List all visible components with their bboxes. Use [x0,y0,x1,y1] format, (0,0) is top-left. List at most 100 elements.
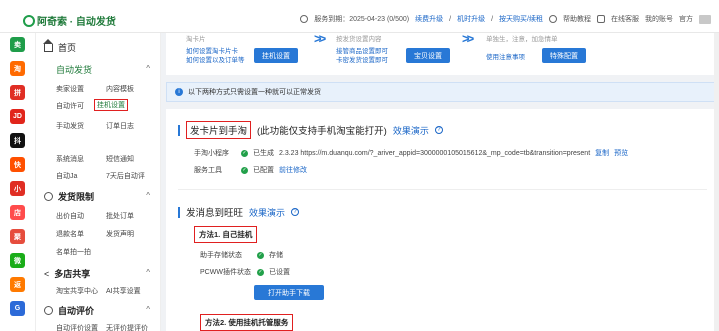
row-label: 助手存储状态 [200,252,242,259]
mini-program-row: 手淘小程序 ✓ 已生成 2.3.23 https://m.duanqu.com/… [194,148,628,158]
renew-link[interactable]: 续费升级 [415,14,443,24]
step1-help-link[interactable]: 如何设置淘卡片卡 [186,47,238,56]
sidebar-item-system-message[interactable]: 系统消息 [56,154,84,164]
sidebar-item-review-settings[interactable]: 自动评价设置 [56,323,98,331]
sidebar-item-auto-ja[interactable]: 自动Ja [56,171,77,181]
help-link[interactable]: 帮助教程 [563,14,591,24]
sidebar-item-auto-review[interactable]: 7天后自动评 [106,171,145,181]
group-share-label: 多店共享 [54,269,91,279]
user-account[interactable]: 我的账号 [645,14,673,24]
platform-icon[interactable]: 返 [10,277,25,292]
section-message-to-wangwang: 发消息到旺旺 效果演示 ? [178,205,300,219]
gear-icon [44,306,53,315]
platform-icon[interactable]: 快 [10,157,25,172]
method2-title: 方法2. 使用挂机托管服务 [200,314,294,331]
app-logo[interactable]: 阿奇索 · 自动发货 [20,13,116,28]
row-detail: 2.3.23 https://m.duanqu.com/?_ariver_app… [279,149,591,157]
clock-icon [300,15,309,23]
sidebar-item-refund-list[interactable]: 退款名单 [56,229,84,239]
assistant-status-row: 助手存储状态 ✓ 存储 [200,250,283,260]
platform-icon[interactable]: 抖 [10,133,25,148]
group-delivery-limit[interactable]: 发货限制 [44,190,94,203]
special-config-button[interactable]: 特殊配置 [542,48,586,63]
notice-text: 以下两种方式只需设置一种就可以正常发货 [188,89,321,96]
sidebar-item-content-template[interactable]: 内容模板 [106,84,134,94]
chevron-up-icon[interactable]: ^ [146,191,150,200]
online-service-link[interactable]: 在线客服 [611,14,639,24]
step3-help-link[interactable]: 使用注意事项 [486,53,525,62]
chevron-up-icon[interactable]: ^ [146,268,150,277]
group-auto-delivery[interactable]: 自动发货 [56,63,92,76]
question-icon[interactable]: ? [291,208,300,216]
sidebar-item-pat-list[interactable]: 名单拍一拍 [56,247,91,257]
nav-home-label: 首页 [58,43,77,53]
delivery-methods-panel: 发卡片到手淘 (此功能仅支持手机淘宝能打开) 效果演示 ? 手淘小程序 ✓ 已生… [166,109,719,331]
platform-icon[interactable]: JD [10,109,25,124]
hang-settings-button[interactable]: 挂机设置 [254,48,298,63]
step3-text: 单独生，注意，加急情单 [486,36,558,43]
sidebar-item-seller-settings[interactable]: 卖家设置 [56,84,84,94]
step2-help-link[interactable]: 卡密发货设置即可 [336,56,388,65]
sidebar-item-auto-permit[interactable]: 自动许可 [56,101,84,111]
upgrade-link[interactable]: 机时升级 [457,14,485,24]
logo-icon [20,14,35,27]
scrollbar[interactable] [714,33,719,331]
chat-icon [597,15,605,23]
nav-home[interactable]: 首页 [43,38,77,54]
setup-steps: 淘卡片 如何设置淘卡片卡 如何设置以及订单等 挂机设置 >> 按发货设置内容 接… [166,31,719,75]
avatar[interactable] [699,14,711,24]
check-icon: ✓ [257,268,264,276]
sidebar-item-share-center[interactable]: 淘宝共享中心 [56,286,98,296]
platform-icon[interactable]: G [10,301,25,316]
preview-link[interactable]: 预览 [614,148,628,158]
buy-link[interactable]: 按天购买/续租 [499,14,543,24]
main-content: 淘卡片 如何设置淘卡片卡 如何设置以及订单等 挂机设置 >> 按发货设置内容 接… [161,31,719,331]
chevron-up-icon[interactable]: ^ [146,305,150,314]
demo-link[interactable]: 效果演示 [393,124,429,137]
link-separator: / [449,15,452,23]
sidebar-item-no-review[interactable]: 无评价提评价 [106,323,148,331]
platform-icon[interactable]: 聚 [10,229,25,244]
row-status: 已配置 [253,167,274,174]
copy-link[interactable]: 复制 [595,148,609,158]
step-arrow-icon: >> [314,31,326,46]
service-tool-row: 服务工具 ✓ 已配置 前往修改 [194,165,307,175]
section-bar [178,206,180,218]
row-status: 已生成 [253,150,274,157]
platform-icon[interactable]: 卖 [10,37,25,52]
group-multi-store-share[interactable]: < 多店共享 [44,267,90,280]
section-bar [178,124,180,136]
row-label: 服务工具 [194,167,222,174]
sidebar-item-order-log[interactable]: 订单日志 [106,121,134,131]
sidebar-item-sms-notice[interactable]: 短信通知 [106,154,134,164]
question-icon[interactable]: ? [434,126,443,134]
platform-icon[interactable]: 微 [10,253,25,268]
step2-help-link[interactable]: 接管商品设置即可 [336,47,388,56]
sidebar-item-hang-settings[interactable]: 挂机设置 [94,99,128,111]
sidebar-item-batch-orders[interactable]: 批处订单 [106,211,134,221]
sidebar-item-ai-share[interactable]: AI共享设置 [106,286,141,296]
platform-icon[interactable]: 店 [10,205,25,220]
sidebar-item-bid-auto[interactable]: 出价自动 [56,211,84,221]
sidebar-item-manual-delivery[interactable]: 手动发货 [56,121,84,131]
item-settings-button[interactable]: 宝贝设置 [406,48,450,63]
group-review-label: 自动评价 [58,306,95,316]
step1-help-link[interactable]: 如何设置以及订单等 [186,56,245,65]
demo-link[interactable]: 效果演示 [249,206,285,219]
step1-text: 淘卡片 [186,36,206,43]
row-status: 已设置 [269,269,290,276]
open-assistant-download-button[interactable]: 打开助手下载 [254,285,324,300]
platform-icon[interactable]: 小 [10,181,25,196]
platform-icon[interactable]: 拼 [10,85,25,100]
check-icon: ✓ [241,166,248,174]
chevron-up-icon[interactable]: ^ [146,64,150,73]
shield-icon [44,192,53,201]
sidebar-item-delivery-statement[interactable]: 发货声明 [106,229,134,239]
modify-link[interactable]: 前往修改 [279,165,307,175]
check-icon: ✓ [257,251,264,259]
section-title: 发卡片到手淘 [186,121,252,139]
step2-text: 按发货设置内容 [336,36,382,43]
platform-icon[interactable]: 淘 [10,61,25,76]
group-auto-review[interactable]: 自动评价 [44,304,94,317]
help-icon [549,15,557,23]
